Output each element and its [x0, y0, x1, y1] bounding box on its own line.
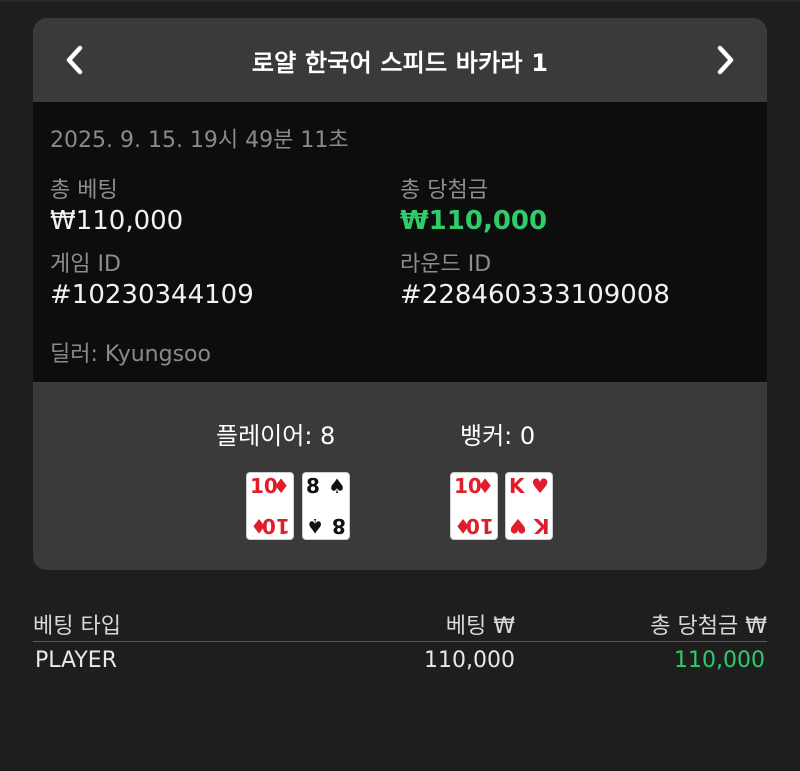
player-card-2: 8 ♠ ♠ 8	[302, 472, 350, 540]
previous-round-button[interactable]	[55, 40, 95, 80]
card-rank: 10	[262, 514, 290, 538]
diamond-suit-icon: ♦	[476, 474, 494, 498]
round-id-value: #228460333109008	[400, 280, 670, 310]
dealer-name: 딜러: Kyungsoo	[50, 342, 211, 367]
top-divider	[0, 0, 800, 2]
total-win-header: 총 당첨금 ₩	[650, 614, 767, 639]
total-win-value: ₩110,000	[400, 206, 548, 236]
game-title: 로얄 한국어 스피드 바카라 1	[251, 48, 549, 77]
spade-suit-icon: ♠	[328, 474, 346, 498]
bet-type-header: 베팅 타입	[33, 614, 121, 639]
round-info: 2025. 9. 15. 19시 49분 11초 총 베팅 ₩110,000 총…	[33, 102, 767, 382]
spade-suit-icon: ♠	[306, 514, 324, 538]
panel-header: 로얄 한국어 스피드 바카라 1	[33, 18, 767, 102]
table-row: PLAYER 110,000 110,000	[33, 646, 767, 680]
card-rank: 8	[306, 474, 320, 498]
card-rank: K	[533, 514, 550, 538]
total-bet-label: 총 베팅	[50, 178, 118, 203]
bets-table-header: 베팅 타입 베팅 ₩ 총 당첨금 ₩	[33, 606, 767, 642]
chevron-right-icon	[717, 45, 734, 75]
heart-suit-icon: ♥	[531, 474, 549, 498]
total-bet-value: ₩110,000	[50, 206, 184, 236]
banker-card-2: K ♥ ♥ K	[505, 472, 553, 540]
diamond-suit-icon: ♦	[272, 474, 290, 498]
chevron-left-icon	[66, 45, 83, 75]
banker-card-1: 10 ♦ ♦ 10	[450, 472, 498, 540]
card-rank: 10	[466, 514, 494, 538]
player-score: 플레이어: 8	[216, 422, 336, 450]
bet-amount-header: 베팅 ₩	[445, 614, 515, 639]
player-card-1: 10 ♦ ♦ 10	[246, 472, 294, 540]
banker-score: 뱅커: 0	[460, 422, 536, 450]
card-rank: K	[509, 474, 525, 498]
heart-suit-icon: ♥	[509, 514, 527, 538]
round-id-label: 라운드 ID	[400, 252, 492, 277]
bet-type-cell: PLAYER	[35, 648, 117, 673]
next-round-button[interactable]	[705, 40, 745, 80]
bet-amount-cell: 110,000	[424, 648, 515, 673]
win-amount-cell: 110,000	[674, 648, 765, 673]
card-rank: 8	[332, 514, 346, 538]
game-id-label: 게임 ID	[50, 252, 121, 277]
round-detail-panel: 로얄 한국어 스피드 바카라 1 2025. 9. 15. 19시 49분 11…	[33, 18, 767, 570]
game-id-value: #10230344109	[50, 280, 254, 310]
total-win-label: 총 당첨금	[400, 178, 488, 203]
round-datetime: 2025. 9. 15. 19시 49분 11초	[50, 128, 349, 153]
round-result: 플레이어: 8 뱅커: 0 10 ♦ ♦ 10 8 ♠ ♠ 8 10 ♦ ♦ 1…	[33, 382, 767, 570]
